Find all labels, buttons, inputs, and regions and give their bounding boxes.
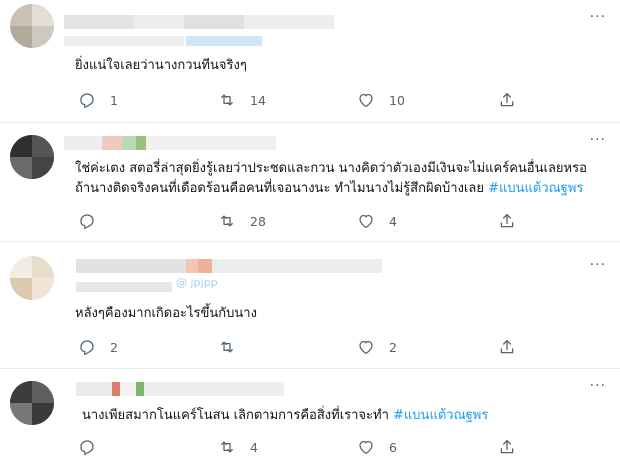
retweet-icon (221, 94, 233, 106)
like-button[interactable]: 6 (357, 438, 397, 456)
handle-blurred (76, 282, 172, 292)
like-count: 10 (389, 92, 405, 108)
more-icon[interactable]: ··· (590, 258, 606, 272)
reply-count: 1 (110, 92, 118, 108)
tweet-text: ยิ่งแน่ใจเลยว่านางกวนทีนจริงๆ (75, 58, 247, 73)
tweet-text: หลังๆคืองมากเกิดอะไรขึ้นกับนาง (75, 306, 257, 321)
author-name-blurred[interactable] (64, 14, 334, 30)
like-button[interactable]: 2 (357, 338, 397, 356)
avatar[interactable] (10, 4, 54, 48)
avatar[interactable] (10, 135, 54, 179)
reply-icon (80, 93, 94, 109)
share-button[interactable] (498, 91, 516, 109)
share-icon (500, 339, 514, 354)
retweet-icon (221, 215, 233, 227)
tweet-text: ถ้านางติดจริงคนที่เดือดร้อนคือคนที่เจอนา… (75, 181, 489, 196)
retweet-button[interactable]: 4 (218, 438, 258, 456)
like-count: 4 (389, 213, 397, 229)
reply-count: 2 (110, 339, 118, 355)
share-button[interactable] (498, 338, 516, 356)
like-icon (359, 214, 373, 229)
retweet-button[interactable]: 28 (218, 212, 266, 230)
tweet-text-body: นางเพียสมากโนแคร์โนสน เลิกตามการคือสิ่งท… (82, 408, 394, 423)
reply-to-handle[interactable]: @ jpjpp (176, 275, 218, 291)
like-icon (359, 93, 373, 108)
tweet-text: นางเพียสมากโนแคร์โนสน เลิกตามการคือสิ่งท… (82, 406, 488, 426)
more-icon[interactable]: ··· (590, 10, 606, 24)
retweet-count: 4 (250, 439, 258, 455)
tweet-actions: 1 14 10 (0, 91, 620, 111)
retweet-button[interactable]: 14 (218, 91, 266, 109)
tweet-actions: 2 2 (0, 338, 620, 358)
tweet-text-line-2: ถ้านางติดจริงคนที่เดือดร้อนคือคนที่เจอนา… (75, 179, 583, 199)
like-count: 2 (389, 339, 397, 355)
like-button[interactable]: 4 (357, 212, 397, 230)
reply-icon (80, 214, 94, 230)
retweet-button[interactable] (218, 338, 250, 356)
tweet-actions: 28 4 (0, 212, 620, 232)
reply-to-blurred[interactable] (186, 36, 262, 46)
like-icon (359, 440, 373, 455)
hashtag-link[interactable]: #แบนแต้วณฐพร (393, 408, 488, 423)
like-button[interactable]: 10 (357, 91, 405, 109)
share-icon (500, 213, 514, 228)
share-button[interactable] (498, 212, 516, 230)
more-icon[interactable]: ··· (590, 379, 606, 393)
avatar[interactable] (10, 381, 54, 425)
tweet-2[interactable]: ··· ใช่ค่ะเตง สตอรี่ล่าสุดยิ่งรู้เลยว่าป… (0, 123, 620, 240)
reply-icon (80, 440, 94, 456)
tweet-1[interactable]: ··· ยิ่งแน่ใจเลยว่านางกวนทีนจริงๆ 1 14 1… (0, 0, 620, 122)
share-icon (500, 439, 514, 454)
tweet-text-line-1: ใช่ค่ะเตง สตอรี่ล่าสุดยิ่งรู้เลยว่าประชด… (75, 161, 587, 176)
tweet-3[interactable]: @ jpjpp ··· หลังๆคืองมากเกิดอะไรขึ้นกับน… (0, 242, 620, 367)
retweet-icon (221, 341, 233, 353)
reply-button[interactable]: 2 (78, 338, 118, 356)
reply-icon (80, 340, 94, 356)
share-button[interactable] (498, 438, 516, 456)
reply-button[interactable] (78, 212, 110, 230)
reply-button[interactable] (78, 438, 110, 456)
avatar[interactable] (10, 256, 54, 300)
tweet-4[interactable]: ··· นางเพียสมากโนแคร์โนสน เลิกตามการคือส… (0, 369, 620, 469)
author-name-blurred[interactable] (76, 381, 284, 397)
hashtag-link[interactable]: #แบนแต้วณฐพร (488, 181, 583, 196)
retweet-count: 28 (250, 213, 266, 229)
retweet-count: 14 (250, 92, 266, 108)
more-icon[interactable]: ··· (590, 133, 606, 147)
reply-button[interactable]: 1 (78, 91, 118, 109)
share-icon (500, 92, 514, 107)
handle-blurred (64, 36, 184, 46)
author-name-blurred[interactable] (64, 135, 276, 151)
like-icon (359, 340, 373, 355)
retweet-icon (221, 441, 233, 453)
like-count: 6 (389, 439, 397, 455)
tweet-actions: 4 6 (0, 438, 620, 458)
author-name-blurred[interactable] (76, 258, 382, 274)
